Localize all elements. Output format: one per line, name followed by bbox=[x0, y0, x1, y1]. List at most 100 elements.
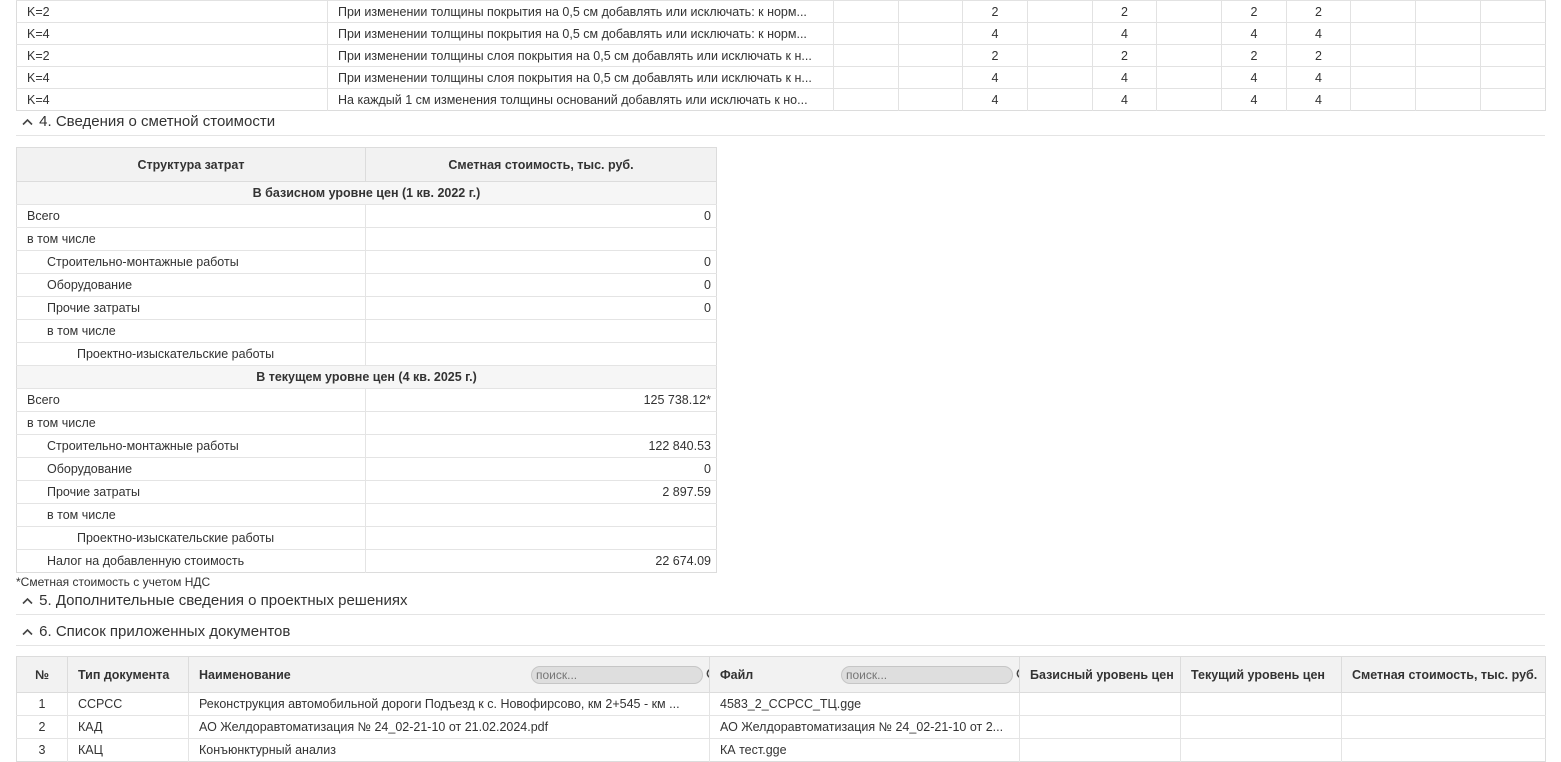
value-cell bbox=[1350, 88, 1416, 111]
cost-item-label: Налог на добавленную стоимость bbox=[16, 549, 366, 573]
cost-item-value: 22 674.09 bbox=[365, 549, 717, 573]
table-row: В текущем уровне цен (4 кв. 2025 г.) bbox=[16, 365, 717, 389]
coefficient-cell: K=4 bbox=[16, 22, 328, 45]
table-row: в том числе bbox=[16, 411, 717, 435]
doc-name-cell: Конъюнктурный анализ bbox=[188, 738, 710, 762]
chevron-up-icon[interactable] bbox=[19, 592, 35, 609]
file-cell[interactable]: КА тест.gge bbox=[709, 738, 1020, 762]
description-cell: На каждый 1 см изменения толщины основан… bbox=[327, 88, 834, 111]
value-cell bbox=[1027, 0, 1093, 23]
value-cell: 2 bbox=[962, 0, 1028, 23]
value-cell bbox=[1415, 44, 1481, 67]
table-row[interactable]: K=2 При изменении толщины покрытия на 0,5… bbox=[16, 0, 1546, 23]
value-cell: 2 bbox=[1092, 44, 1157, 67]
value-cell: 2 bbox=[1092, 0, 1157, 23]
value-cell bbox=[1350, 44, 1416, 67]
table-row[interactable]: K=4 При изменении толщины слоя покрытия н… bbox=[16, 66, 1546, 89]
search-icon[interactable] bbox=[706, 668, 710, 685]
file-cell[interactable]: АО Желдоравтоматизация № 24_02-21-10 от … bbox=[709, 715, 1020, 739]
documents-table: № Тип документа Наименование Файл bbox=[16, 656, 1546, 762]
cost-item-label: Всего bbox=[16, 388, 366, 412]
description-cell: При изменении толщины покрытия на 0,5 см… bbox=[327, 0, 834, 23]
cost-item-label: Всего bbox=[16, 204, 366, 228]
table-row[interactable]: K=4 На каждый 1 см изменения толщины осно… bbox=[16, 88, 1546, 111]
value-cell bbox=[1480, 44, 1546, 67]
table-row: Оборудование 0 bbox=[16, 457, 717, 481]
current-price-cell bbox=[1180, 692, 1342, 716]
name-search[interactable] bbox=[531, 665, 710, 684]
value-cell bbox=[1156, 0, 1222, 23]
value-cell bbox=[1415, 0, 1481, 23]
row-number: 1 bbox=[16, 692, 68, 716]
cost-item-label: в том числе bbox=[16, 319, 366, 343]
table-row: в том числе bbox=[16, 503, 717, 527]
table-row[interactable]: 3 КАЦ Конъюнктурный анализ КА тест.gge bbox=[16, 738, 1546, 762]
table-row[interactable]: K=2 При изменении толщины слоя покрытия н… bbox=[16, 44, 1546, 67]
table-row: Оборудование 0 bbox=[16, 273, 717, 297]
table-row[interactable]: K=4 При изменении толщины покрытия на 0,5… bbox=[16, 22, 1546, 45]
value-cell bbox=[898, 0, 963, 23]
base-price-cell bbox=[1019, 738, 1181, 762]
coefficient-cell: K=2 bbox=[16, 44, 328, 67]
value-cell bbox=[1350, 22, 1416, 45]
cost-cell bbox=[1341, 738, 1546, 762]
cost-item-value bbox=[365, 319, 717, 343]
table-row[interactable]: 2 КАД АО Желдоравтоматизация № 24_02-21-10… bbox=[16, 715, 1546, 739]
current-price-cell bbox=[1180, 738, 1342, 762]
cost-item-label: Прочие затраты bbox=[16, 296, 366, 320]
table-row[interactable]: 1 ССРСС Реконструкция автомобильной дороги… bbox=[16, 692, 1546, 716]
value-cell bbox=[898, 22, 963, 45]
file-search[interactable] bbox=[841, 665, 1020, 684]
value-cell bbox=[1415, 22, 1481, 45]
file-cell[interactable]: 4583_2_ССРСС_ТЦ.gge bbox=[709, 692, 1020, 716]
cost-item-value bbox=[365, 411, 717, 435]
cost-cell bbox=[1341, 715, 1546, 739]
value-cell: 4 bbox=[1092, 66, 1157, 89]
header-estimated-cost: Сметная стоимость, тыс. руб. bbox=[1341, 656, 1546, 693]
cost-item-value: 0 bbox=[365, 250, 717, 274]
section-4-header[interactable]: 4. Сведения о сметной стоимости bbox=[16, 113, 1545, 136]
table-row: Строительно-монтажные работы 0 bbox=[16, 250, 717, 274]
value-cell bbox=[833, 88, 899, 111]
file-search-input[interactable] bbox=[846, 667, 996, 682]
cost-item-label: Прочие затраты bbox=[16, 480, 366, 504]
search-icon[interactable] bbox=[1016, 668, 1020, 685]
value-cell: 4 bbox=[1092, 22, 1157, 45]
price-level-band: В базисном уровне цен (1 кв. 2022 г.) bbox=[16, 181, 717, 205]
value-cell bbox=[1350, 0, 1416, 23]
coefficients-table: K=2 При изменении толщины покрытия на 0,5… bbox=[16, 0, 1546, 111]
table-row: Налог на добавленную стоимость 22 674.09 bbox=[16, 549, 717, 573]
value-cell: 4 bbox=[1221, 22, 1287, 45]
value-cell bbox=[1027, 66, 1093, 89]
cost-item-label: Строительно-монтажные работы bbox=[16, 434, 366, 458]
chevron-up-icon[interactable] bbox=[19, 113, 35, 130]
table-row: Строительно-монтажные работы 122 840.53 bbox=[16, 434, 717, 458]
section-6-header[interactable]: 6. Список приложенных документов bbox=[16, 623, 1545, 646]
cost-item-label: Проектно-изыскательские работы bbox=[16, 526, 366, 550]
value-cell: 2 bbox=[1221, 44, 1287, 67]
value-cell bbox=[833, 44, 899, 67]
value-cell: 2 bbox=[1286, 44, 1351, 67]
chevron-up-icon[interactable] bbox=[19, 623, 35, 640]
cost-item-value bbox=[365, 227, 717, 251]
value-cell bbox=[1480, 22, 1546, 45]
header-file: Файл bbox=[709, 656, 1020, 693]
section-5-header[interactable]: 5. Дополнительные сведения о проектных р… bbox=[16, 592, 1545, 615]
value-cell bbox=[898, 66, 963, 89]
value-cell bbox=[1415, 66, 1481, 89]
section-6-title: 6. Список приложенных документов bbox=[39, 623, 291, 640]
coefficient-cell: K=4 bbox=[16, 66, 328, 89]
value-cell bbox=[898, 44, 963, 67]
value-cell bbox=[833, 66, 899, 89]
value-cell bbox=[1027, 88, 1093, 111]
cost-item-label: Проектно-изыскательские работы bbox=[16, 342, 366, 366]
doc-type-cell: КАД bbox=[67, 715, 189, 739]
section-5-title: 5. Дополнительные сведения о проектных р… bbox=[39, 592, 408, 609]
value-cell: 2 bbox=[1286, 0, 1351, 23]
header-current-price-level: Текущий уровень цен bbox=[1180, 656, 1342, 693]
doc-type-cell: КАЦ bbox=[67, 738, 189, 762]
name-search-input[interactable] bbox=[536, 667, 686, 682]
price-level-band: В текущем уровне цен (4 кв. 2025 г.) bbox=[16, 365, 717, 389]
vat-note: *Сметная стоимость с учетом НДС bbox=[16, 575, 211, 589]
value-cell bbox=[1027, 44, 1093, 67]
